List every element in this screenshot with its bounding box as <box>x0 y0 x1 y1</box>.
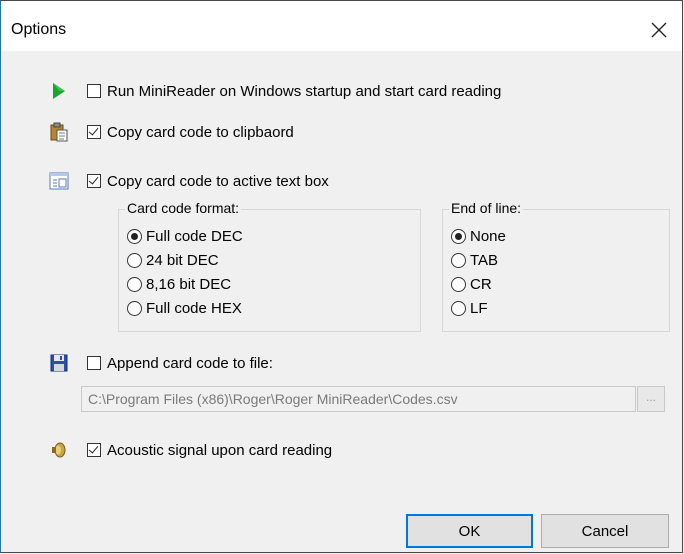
copy-to-textbox-checkbox[interactable] <box>87 174 101 188</box>
format-label-full-hex[interactable]: Full code HEX <box>146 300 242 317</box>
end-of-line-title: End of line: <box>449 200 524 216</box>
copy-to-clipboard-label[interactable]: Copy card code to clipbaord <box>107 124 294 141</box>
append-to-file-checkbox[interactable] <box>87 356 101 370</box>
eol-radio-lf[interactable] <box>451 300 466 316</box>
format-radio-24bit-dec[interactable] <box>127 252 142 268</box>
eol-option-lf[interactable]: LF <box>451 298 488 318</box>
eol-option-cr[interactable]: CR <box>451 274 492 294</box>
format-radio-full-dec[interactable] <box>127 228 142 244</box>
append-to-file-label[interactable]: Append card code to file: <box>107 355 273 372</box>
options-dialog: Options Run MiniReader on Windows startu… <box>0 0 683 553</box>
format-label-24bit-dec[interactable]: 24 bit DEC <box>146 252 219 269</box>
file-path-input[interactable] <box>81 386 636 412</box>
run-on-startup-checkbox[interactable] <box>87 84 101 98</box>
clipboard-icon <box>49 122 69 142</box>
dialog-title: Options <box>11 21 67 38</box>
append-to-file-row: Append card code to file: <box>49 352 273 374</box>
eol-option-tab[interactable]: TAB <box>451 250 498 270</box>
copy-to-clipboard-row: Copy card code to clipbaord <box>49 121 294 143</box>
play-icon <box>49 81 69 101</box>
browse-button[interactable]: ... <box>637 386 665 412</box>
eol-label-cr[interactable]: CR <box>470 276 492 293</box>
format-option-24bit-dec[interactable]: 24 bit DEC <box>127 250 219 270</box>
format-radio-full-hex[interactable] <box>127 300 142 316</box>
format-label-full-dec[interactable]: Full code DEC <box>146 228 243 245</box>
end-of-line-group: End of line: None TAB CR LF <box>442 200 670 332</box>
cancel-button[interactable]: Cancel <box>541 514 669 548</box>
copy-to-clipboard-checkbox[interactable] <box>87 125 101 139</box>
textbox-icon <box>49 171 69 191</box>
run-on-startup-row: Run MiniReader on Windows startup and st… <box>49 80 501 102</box>
ok-button[interactable]: OK <box>406 514 533 548</box>
eol-label-none[interactable]: None <box>470 228 506 245</box>
eol-label-tab[interactable]: TAB <box>470 252 498 269</box>
eol-radio-tab[interactable] <box>451 252 466 268</box>
format-label-816bit-dec[interactable]: 8,16 bit DEC <box>146 276 231 293</box>
floppy-disk-icon <box>49 353 69 373</box>
eol-label-lf[interactable]: LF <box>470 300 488 317</box>
title-bar: Options <box>1 1 682 51</box>
acoustic-signal-checkbox[interactable] <box>87 443 101 457</box>
eol-radio-none[interactable] <box>451 228 466 244</box>
card-code-format-title: Card code format: <box>125 200 242 216</box>
format-option-full-dec[interactable]: Full code DEC <box>127 226 243 246</box>
speaker-icon <box>49 440 69 460</box>
close-button[interactable] <box>636 9 682 49</box>
format-radio-816bit-dec[interactable] <box>127 276 142 292</box>
close-icon <box>651 22 667 38</box>
eol-option-none[interactable]: None <box>451 226 506 246</box>
run-on-startup-label[interactable]: Run MiniReader on Windows startup and st… <box>107 83 501 100</box>
acoustic-signal-label[interactable]: Acoustic signal upon card reading <box>107 442 332 459</box>
acoustic-signal-row: Acoustic signal upon card reading <box>49 439 332 461</box>
copy-to-textbox-row: Copy card code to active text box <box>49 170 329 192</box>
eol-radio-cr[interactable] <box>451 276 466 292</box>
format-option-816bit-dec[interactable]: 8,16 bit DEC <box>127 274 231 294</box>
copy-to-textbox-label[interactable]: Copy card code to active text box <box>107 173 329 190</box>
card-code-format-group: Card code format: Full code DEC 24 bit D… <box>118 200 421 332</box>
format-option-full-hex[interactable]: Full code HEX <box>127 298 242 318</box>
